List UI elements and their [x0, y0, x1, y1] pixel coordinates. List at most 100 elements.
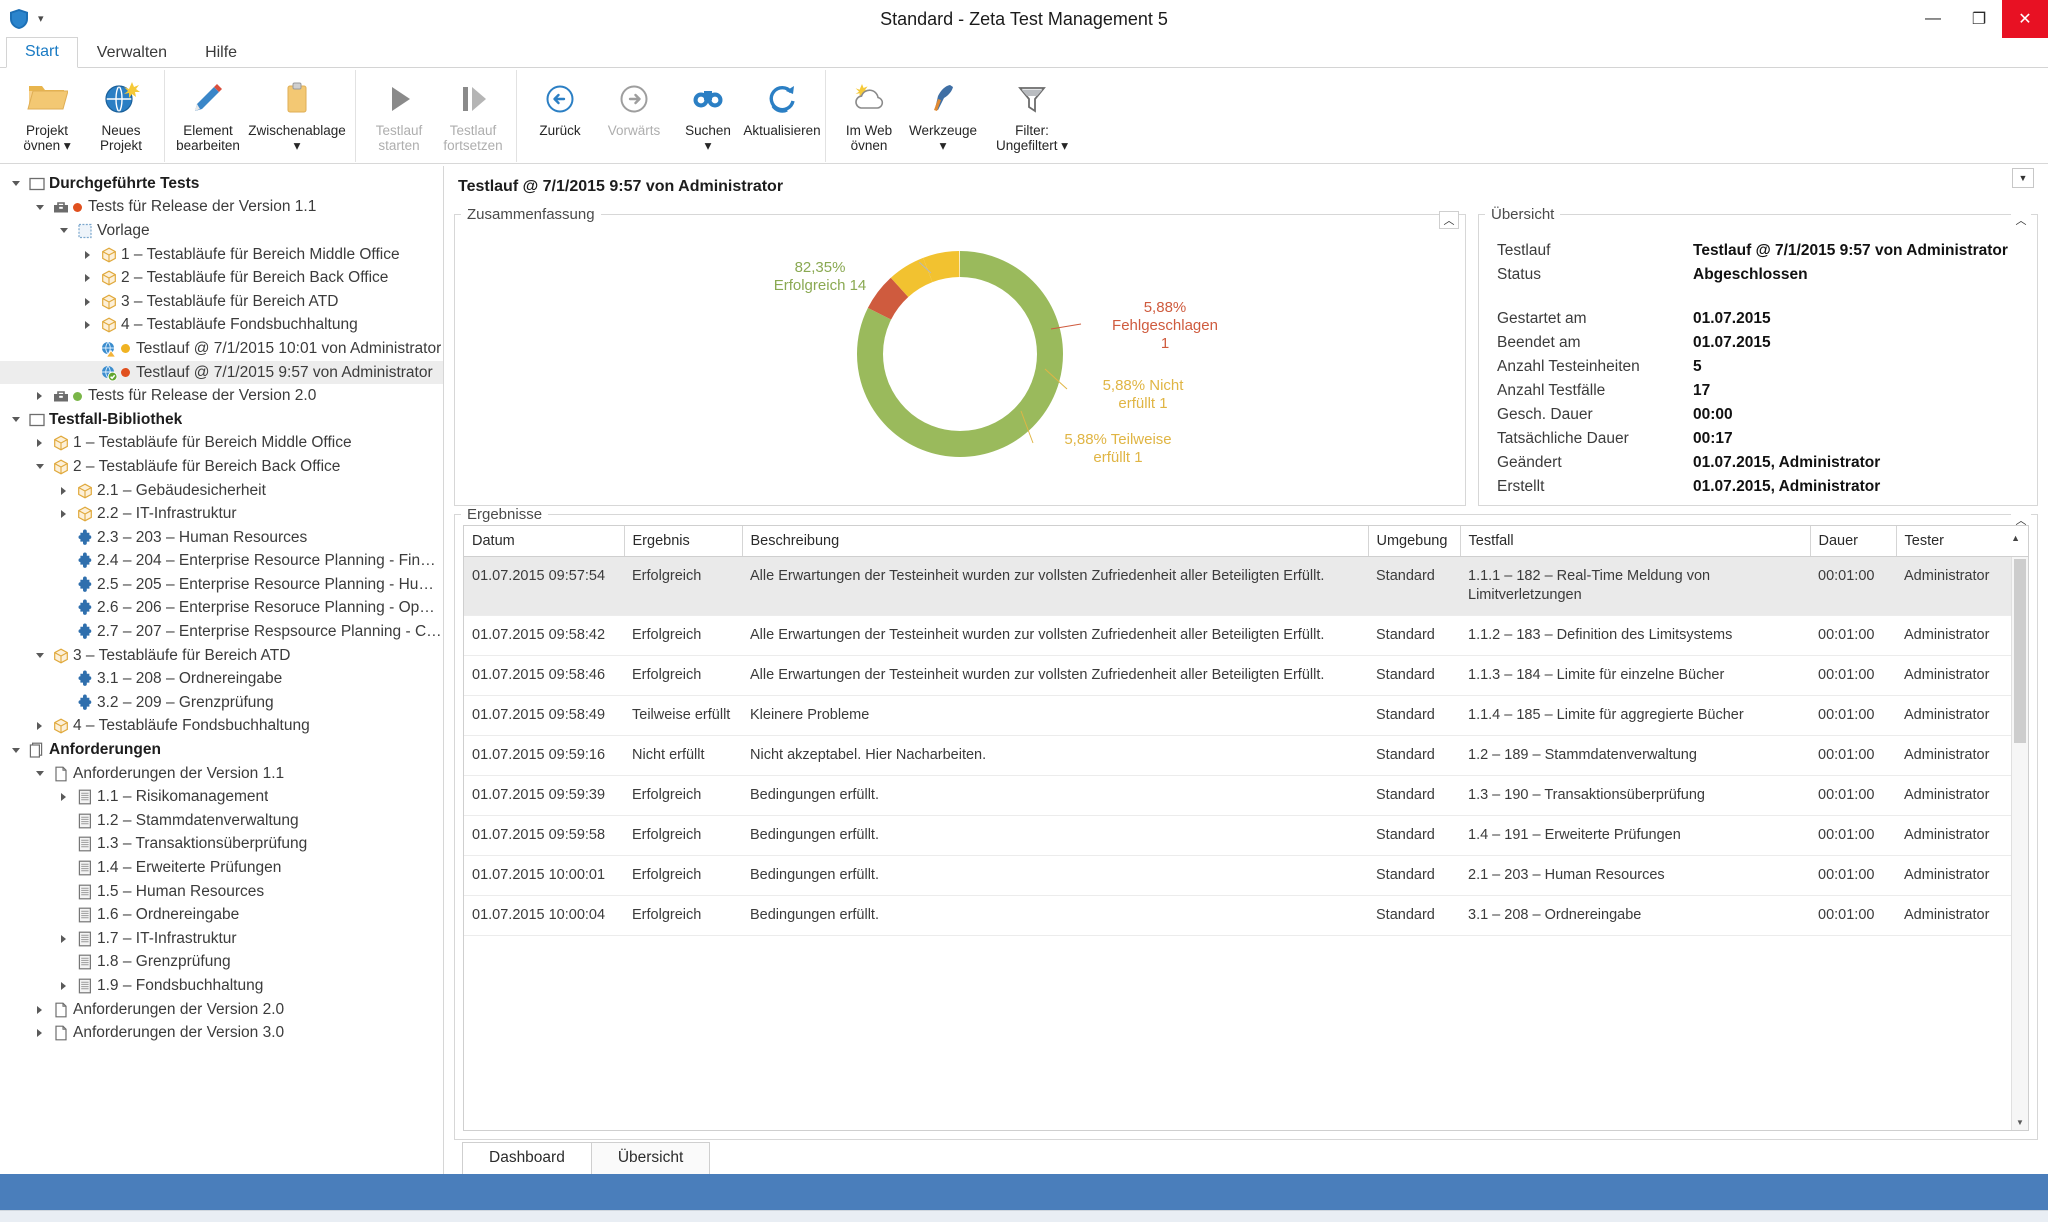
tree-expander-closed-icon[interactable] [54, 510, 73, 519]
project-tree[interactable]: Durchgeführte Tests Tests für Release der… [0, 166, 444, 1174]
table-row[interactable]: 01.07.2015 09:58:49 Teilweise erfüllt Klei… [464, 695, 2028, 736]
restore-button[interactable]: ❐ [1956, 0, 2002, 38]
column-header-beschreibung[interactable]: Beschreibung [742, 526, 1369, 557]
search-button[interactable]: Suchen ▾ [671, 70, 745, 153]
quick-access-chevron-down-icon[interactable]: ▾ [38, 13, 44, 25]
tree-item[interactable]: 3 – Testabläufe für Bereich ATD [0, 290, 443, 314]
column-header-testfall[interactable]: Testfall [1460, 526, 1811, 557]
scroll-down-arrow-icon[interactable]: ▼ [2012, 1114, 2028, 1130]
document-chevron-down-icon[interactable]: ▼ [2012, 168, 2034, 188]
tree-expander-closed-icon[interactable] [54, 934, 73, 943]
tree-item[interactable]: 1 – Testabläufe für Bereich Middle Offic… [0, 243, 443, 267]
tree-item[interactable]: 2.4 – 204 – Enterprise Resource Planning… [0, 550, 443, 574]
tree-expander-open-icon[interactable] [54, 228, 73, 234]
table-row[interactable]: 01.07.2015 10:00:01 Erfolgreich Bedingunge… [464, 855, 2028, 896]
tree-item[interactable]: 3 – Testabläufe für Bereich ATD [0, 644, 443, 668]
tree-expander-closed-icon[interactable] [30, 722, 49, 731]
table-row[interactable]: 01.07.2015 10:00:04 Erfolgreich Bedingunge… [464, 895, 2028, 936]
filter-button[interactable]: Filter: Ungefiltert ▾ [980, 70, 1084, 153]
open-in-web-button[interactable]: Im Web övnen [832, 70, 906, 153]
table-row[interactable]: 01.07.2015 09:59:58 Erfolgreich Bedingunge… [464, 815, 2028, 856]
resume-testrun-button[interactable]: Testlauf fortsetzen [436, 70, 510, 153]
tree-item[interactable]: 3.2 – 209 – Grenzprüfung [0, 691, 443, 715]
tab-hilfe[interactable]: Hilfe [186, 38, 256, 68]
open-project-button[interactable]: Projekt övnen ▾ [10, 70, 84, 153]
table-row[interactable]: 01.07.2015 09:59:16 Nicht erfüllt Nicht ak… [464, 735, 2028, 776]
tree-item[interactable]: 1 – Testabläufe für Bereich Middle Offic… [0, 432, 443, 456]
column-header-datum[interactable]: Datum [464, 526, 625, 557]
tree-item[interactable]: 1.9 – Fondsbuchhaltung [0, 974, 443, 998]
table-row[interactable]: 01.07.2015 09:58:46 Erfolgreich Alle Erwar… [464, 655, 2028, 696]
table-row[interactable]: 01.07.2015 09:59:39 Erfolgreich Bedingunge… [464, 775, 2028, 816]
tree-expander-open-icon[interactable] [30, 771, 49, 777]
tree-item[interactable]: 2.7 – 207 – Enterprise Respsource Planni… [0, 620, 443, 644]
tree-item[interactable]: Testlauf @ 7/1/2015 9:57 von Administrat… [0, 360, 443, 385]
tree-item[interactable]: 1.5 – Human Resources [0, 880, 443, 904]
tree-item[interactable]: 4 – Testabläufe Fondsbuchhaltung [0, 314, 443, 338]
column-header-dauer[interactable]: Dauer [1810, 526, 1897, 557]
back-button[interactable]: Zurück [523, 70, 597, 138]
tree-expander-closed-icon[interactable] [30, 439, 49, 448]
edit-element-button[interactable]: Element bearbeiten [171, 70, 245, 153]
tree-expander-closed-icon[interactable] [30, 1029, 49, 1038]
tree-expander-closed-icon[interactable] [54, 486, 73, 495]
tree-item[interactable]: 2.6 – 206 – Enterprise Resoruce Planning… [0, 597, 443, 621]
tree-expander-closed-icon[interactable] [78, 321, 97, 330]
tree-expander-open-icon[interactable] [30, 653, 49, 659]
tree-item[interactable]: Anforderungen der Version 3.0 [0, 1021, 443, 1045]
tree-item[interactable]: 1.4 – Erweiterte Prüfungen [0, 856, 443, 880]
table-row[interactable]: 01.07.2015 09:58:42 Erfolgreich Alle Erwar… [464, 615, 2028, 656]
tree-item[interactable]: Vorlage [0, 219, 443, 243]
new-project-button[interactable]: Neues Projekt [84, 70, 158, 153]
overview-collapse-chevron-up-icon[interactable]: ︿ [2011, 211, 2031, 229]
tree-item[interactable]: Tests für Release der Version 2.0 [0, 384, 443, 408]
tree-expander-closed-icon[interactable] [30, 1005, 49, 1014]
table-row[interactable]: 01.07.2015 09:57:54 Erfolgreich Alle Erwar… [464, 556, 2028, 616]
tree-expander-closed-icon[interactable] [78, 297, 97, 306]
tree-expander-open-icon[interactable] [30, 464, 49, 470]
tab-dashboard[interactable]: Dashboard [462, 1142, 592, 1175]
start-testrun-button[interactable]: Testlauf starten [362, 70, 436, 153]
tree-expander-open-icon[interactable] [6, 181, 25, 187]
tree-expander-closed-icon[interactable] [78, 250, 97, 259]
tab-start[interactable]: Start [6, 37, 78, 68]
tree-item[interactable]: 1.1 – Risikomanagement [0, 785, 443, 809]
tree-item[interactable]: Anforderungen der Version 2.0 [0, 998, 443, 1022]
tree-item[interactable]: Anforderungen der Version 1.1 [0, 762, 443, 786]
tree-item[interactable]: Testfall-Bibliothek [0, 408, 443, 432]
tree-item[interactable]: 3.1 – 208 – Ordnereingabe [0, 667, 443, 691]
minimize-button[interactable]: — [1910, 0, 1956, 38]
tree-item[interactable]: 2.2 – IT-Infrastruktur [0, 502, 443, 526]
tree-expander-closed-icon[interactable] [30, 392, 49, 401]
tree-item[interactable]: Testlauf @ 7/1/2015 10:01 von Administra… [0, 337, 443, 361]
tree-item[interactable]: 1.3 – Transaktionsüberprüfung [0, 833, 443, 857]
tree-item[interactable]: 2.5 – 205 – Enterprise Resource Planning… [0, 573, 443, 597]
tree-item[interactable]: 2.3 – 203 – Human Resources [0, 526, 443, 550]
results-vertical-scrollbar[interactable]: ▲ ▼ [2011, 557, 2028, 1130]
tree-expander-open-icon[interactable] [6, 417, 25, 423]
forward-button[interactable]: Vorwärts [597, 70, 671, 138]
tree-item[interactable]: 2.1 – Gebäudesicherheit [0, 479, 443, 503]
tree-item[interactable]: 1.7 – IT-Infrastruktur [0, 927, 443, 951]
refresh-button[interactable]: Aktualisieren [743, 70, 821, 138]
tree-item[interactable]: 1.8 – Grenzprüfung [0, 951, 443, 975]
tools-button[interactable]: Werkzeuge ▾ [906, 70, 980, 153]
tree-item[interactable]: 1.6 – Ordnereingabe [0, 903, 443, 927]
close-button[interactable]: ✕ [2002, 0, 2048, 38]
tree-item[interactable]: 1.2 – Stammdatenverwaltung [0, 809, 443, 833]
tree-item[interactable]: Anforderungen [0, 738, 443, 762]
clipboard-button[interactable]: Zwischenablage ▾ [245, 70, 349, 153]
tree-item[interactable]: Tests für Release der Version 1.1 [0, 196, 443, 220]
tree-expander-open-icon[interactable] [30, 204, 49, 210]
tree-expander-open-icon[interactable] [6, 747, 25, 753]
column-header-umgebung[interactable]: Umgebung [1368, 526, 1461, 557]
tree-expander-closed-icon[interactable] [54, 981, 73, 990]
tree-item[interactable]: 4 – Testabläufe Fondsbuchhaltung [0, 715, 443, 739]
results-body[interactable]: 01.07.2015 09:57:54 Erfolgreich Alle Erwar… [464, 556, 2028, 936]
tab-uebersicht[interactable]: Übersicht [590, 1142, 711, 1174]
tree-item[interactable]: 2 – Testabläufe für Bereich Back Office [0, 266, 443, 290]
tree-item[interactable]: Durchgeführte Tests [0, 172, 443, 196]
tree-item[interactable]: 2 – Testabläufe für Bereich Back Office [0, 455, 443, 479]
scroll-thumb[interactable] [2014, 559, 2026, 743]
tab-verwalten[interactable]: Verwalten [78, 38, 186, 68]
